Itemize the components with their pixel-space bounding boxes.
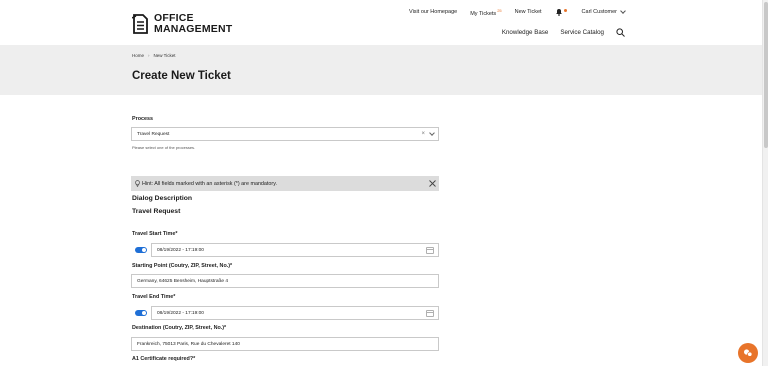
breadcrumb-current: New Ticket bbox=[153, 53, 176, 58]
brand-line-2: MANAGEMENT bbox=[154, 23, 233, 35]
start-time-value: 08/19/2022 - 17:19:00 bbox=[157, 247, 204, 253]
new-ticket-link[interactable]: New Ticket bbox=[515, 9, 542, 15]
process-label: Process bbox=[132, 116, 153, 122]
user-menu[interactable]: Carl Customer bbox=[576, 8, 626, 16]
notifications-button[interactable] bbox=[555, 8, 567, 17]
hint-text: Hint: All fields marked with an asterisk… bbox=[142, 180, 278, 187]
my-tickets-label: My Tickets bbox=[470, 10, 497, 17]
process-help-text: Please select one of the processes. bbox=[132, 145, 196, 150]
knowledge-base-link[interactable]: Knowledge Base bbox=[502, 29, 548, 36]
breadcrumb: Home › New Ticket bbox=[132, 53, 176, 58]
chat-icon bbox=[744, 349, 753, 357]
scrollbar[interactable] bbox=[762, 0, 768, 366]
a1-certificate-label: A1 Certificate required?* bbox=[132, 356, 196, 362]
start-time-toggle[interactable] bbox=[135, 247, 147, 253]
start-point-input[interactable]: Germany, 64625 Bensheim, Hauptstraße 4 bbox=[131, 274, 439, 288]
top-nav: Visit our Homepage My Tickets25 New Tick… bbox=[396, 8, 626, 17]
main-nav: Knowledge Base Service Catalog bbox=[490, 28, 625, 37]
scrollbar-thumb[interactable] bbox=[764, 2, 768, 148]
start-time-label: Travel Start Time* bbox=[132, 231, 178, 237]
start-point-value: Germany, 64625 Bensheim, Hauptstraße 4 bbox=[137, 278, 229, 284]
start-time-input[interactable]: 08/19/2022 - 17:19:00 bbox=[151, 243, 439, 257]
chat-button[interactable] bbox=[738, 343, 758, 363]
close-icon[interactable] bbox=[429, 180, 436, 187]
homepage-link[interactable]: Visit our Homepage bbox=[409, 9, 457, 15]
service-catalog-link[interactable]: Service Catalog bbox=[560, 29, 604, 36]
page: OFFICE MANAGEMENT Visit our Homepage My … bbox=[0, 0, 768, 366]
start-point-label: Starting Point (Coutry, ZIP, Street, No.… bbox=[132, 263, 233, 269]
calendar-icon[interactable] bbox=[426, 310, 434, 317]
destination-input[interactable]: Frankreich, 75013 Paris, Rue du Chevaler… bbox=[131, 337, 439, 351]
dialog-description-heading: Dialog Description bbox=[132, 195, 193, 202]
lightbulb-icon bbox=[135, 180, 140, 187]
title-banner: Home › New Ticket Create New Ticket bbox=[0, 45, 762, 95]
my-tickets-link[interactable]: My Tickets25 bbox=[470, 8, 501, 17]
chevron-down-icon[interactable] bbox=[429, 129, 435, 136]
header: OFFICE MANAGEMENT Visit our Homepage My … bbox=[0, 0, 762, 45]
logo-icon bbox=[132, 14, 148, 34]
process-select-controls: × bbox=[421, 129, 435, 137]
brand-logo[interactable]: OFFICE MANAGEMENT bbox=[132, 13, 232, 35]
brand-name: OFFICE MANAGEMENT bbox=[154, 13, 232, 35]
notification-dot bbox=[563, 9, 567, 13]
bell-icon bbox=[555, 9, 562, 17]
end-time-label: Travel End Time* bbox=[132, 294, 176, 300]
end-time-toggle[interactable] bbox=[135, 310, 147, 316]
my-tickets-badge: 25 bbox=[497, 8, 502, 13]
breadcrumb-separator: › bbox=[148, 53, 150, 58]
calendar-icon[interactable] bbox=[426, 247, 434, 254]
mandatory-hint: Hint: All fields marked with an asterisk… bbox=[131, 176, 439, 191]
destination-value: Frankreich, 75013 Paris, Rue du Chevaler… bbox=[137, 341, 240, 347]
chevron-down-icon bbox=[620, 8, 626, 15]
process-select-value: Travel Request bbox=[137, 131, 170, 137]
destination-label: Destination (Coutry, ZIP, Street, No.)* bbox=[132, 325, 227, 331]
user-name: Carl Customer bbox=[581, 9, 617, 16]
process-select[interactable]: Travel Request × bbox=[131, 127, 439, 141]
page-title: Create New Ticket bbox=[132, 70, 231, 82]
search-icon[interactable] bbox=[616, 28, 625, 37]
clear-icon[interactable]: × bbox=[421, 131, 425, 137]
end-time-input[interactable]: 08/19/2022 - 17:19:00 bbox=[151, 306, 439, 320]
breadcrumb-home[interactable]: Home bbox=[132, 53, 144, 58]
dialog-name: Travel Request bbox=[132, 208, 181, 215]
end-time-value: 08/19/2022 - 17:19:00 bbox=[157, 310, 204, 316]
